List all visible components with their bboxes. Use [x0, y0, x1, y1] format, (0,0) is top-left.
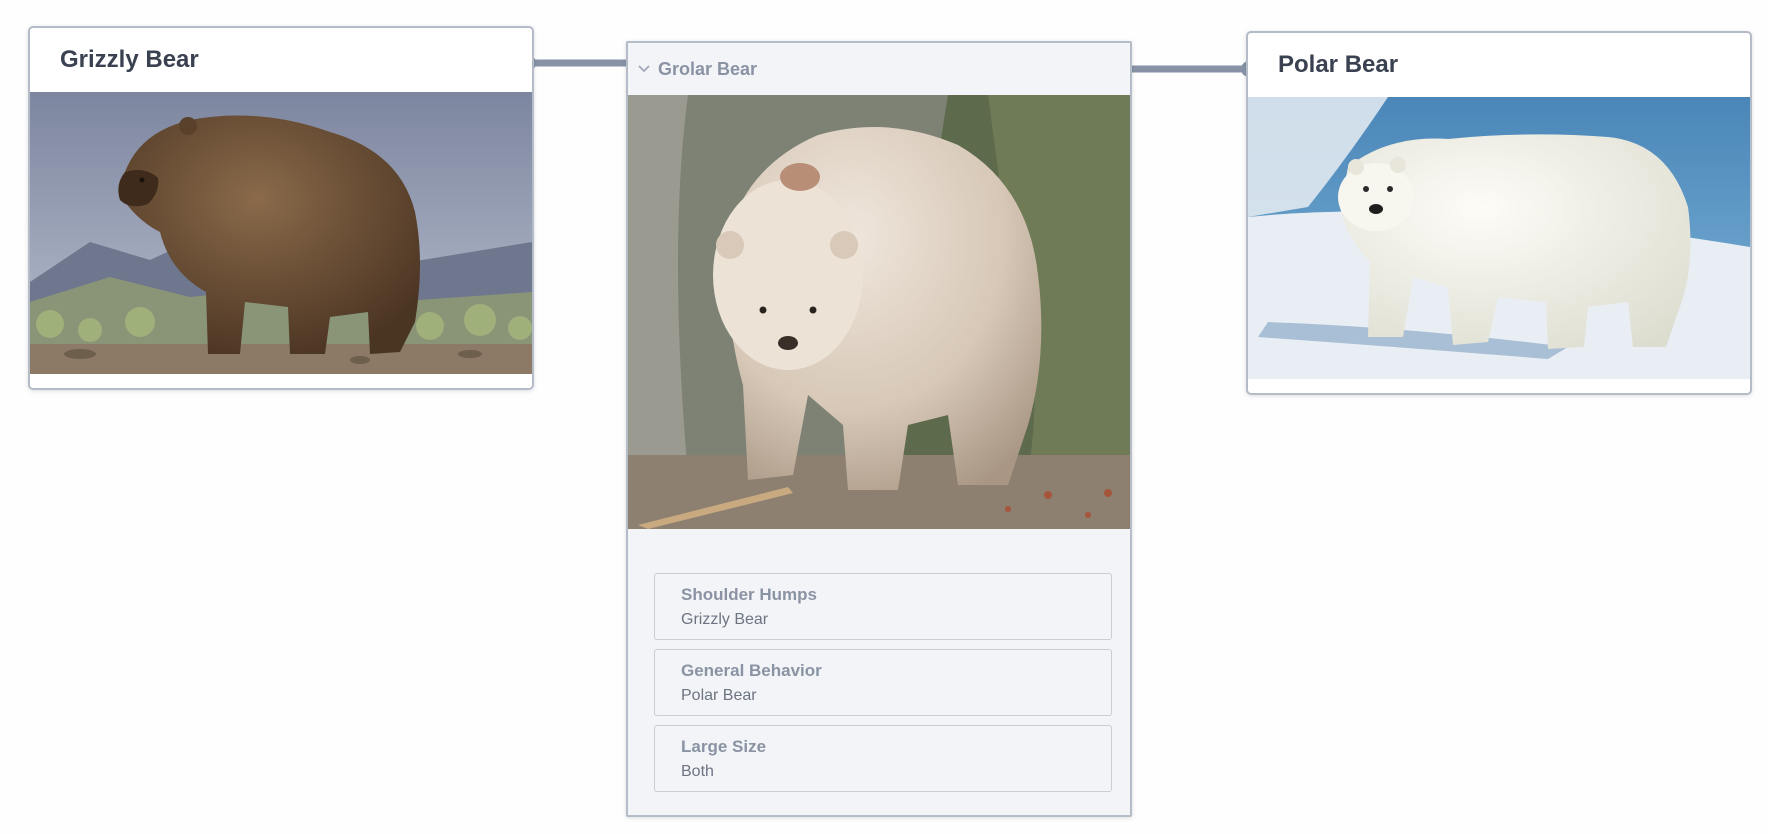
node-polar-bear[interactable]: Polar Bear [1246, 31, 1752, 395]
trait-label: General Behavior [681, 660, 822, 680]
trait-item[interactable]: Large Size Both [654, 725, 1112, 792]
trait-list: Shoulder Humps Grizzly Bear General Beha… [654, 573, 1112, 801]
node-grizzly-bear[interactable]: Grizzly Bear [28, 26, 534, 390]
node-title: Grizzly Bear [60, 46, 199, 73]
node-title: Grolar Bear [658, 58, 758, 79]
diagram-canvas: Grizzly Bear Grolar Bear Shoulder Humps … [0, 0, 1768, 834]
trait-value: Grizzly Bear [681, 610, 769, 628]
node-title: Polar Bear [1278, 51, 1399, 78]
node-grolar-bear[interactable]: Grolar Bear Shoulder Humps Grizzly Bear … [626, 41, 1132, 817]
polar-bear-photo [1248, 97, 1750, 379]
grizzly-bear-photo [30, 92, 532, 374]
trait-item[interactable]: General Behavior Polar Bear [654, 649, 1112, 716]
trait-value: Both [681, 762, 714, 780]
chevron-down-icon[interactable] [636, 61, 652, 77]
trait-item[interactable]: Shoulder Humps Grizzly Bear [654, 573, 1112, 640]
node-title-row[interactable]: Grolar Bear [628, 43, 1130, 95]
grolar-bear-photo [628, 95, 1130, 529]
trait-label: Shoulder Humps [681, 584, 818, 604]
trait-label: Large Size [681, 736, 767, 756]
trait-value: Polar Bear [681, 686, 757, 704]
